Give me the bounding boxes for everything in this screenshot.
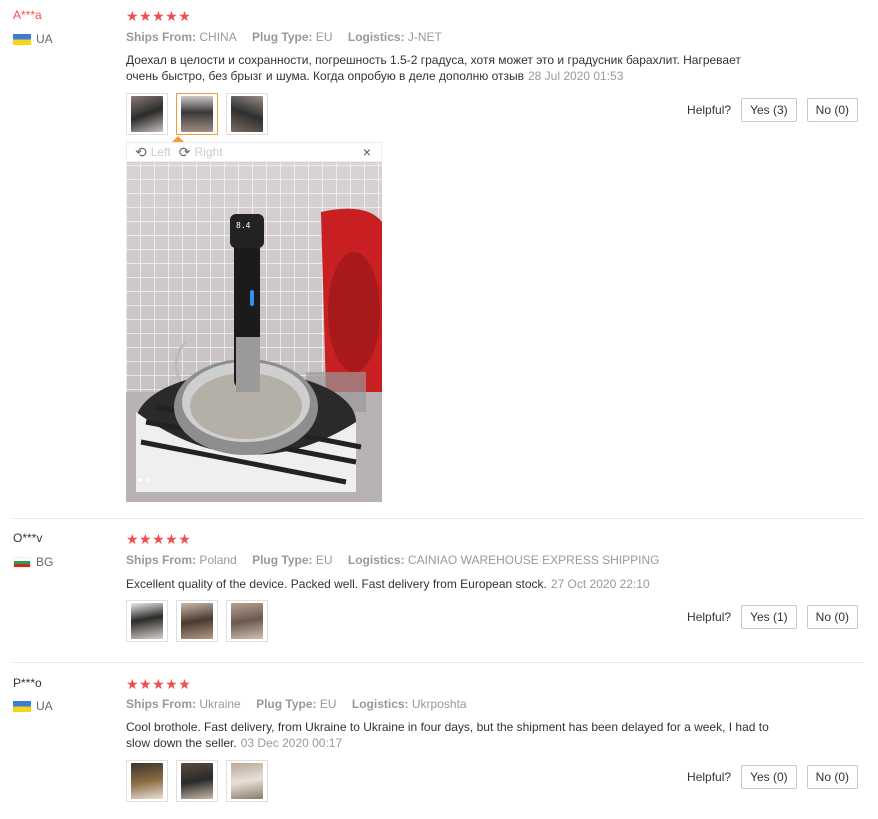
helpful-no-button[interactable]: No (0) <box>806 98 858 122</box>
logistics-label: Logistics: <box>351 697 409 711</box>
review-meta: Ships From: Ukraine Plug Type: EU Logist… <box>126 697 479 711</box>
ukraine-flag-icon <box>13 33 31 45</box>
review-photos <box>126 760 268 802</box>
review-photo-thumb-selected[interactable] <box>176 93 218 135</box>
review-photo-thumb[interactable] <box>176 760 218 802</box>
logistics-label: Logistics: <box>347 30 405 44</box>
rotate-right-button[interactable]: ⟳ Right <box>179 144 223 161</box>
helpful-vote: Helpful? Yes (3) No (0) <box>687 98 858 122</box>
plug-type-value: EU <box>315 553 333 567</box>
helpful-vote: Helpful? Yes (1) No (0) <box>687 605 858 629</box>
review-body: Excellent quality of the device. Packed … <box>126 577 547 591</box>
review-divider <box>12 518 864 519</box>
svg-text:8.4: 8.4 <box>236 221 251 230</box>
plug-type-label: Plug Type: <box>256 697 317 711</box>
reviewer-country: BG <box>13 555 53 569</box>
rotate-left-label: Left <box>150 145 171 159</box>
photo-viewer: ⟲ Left ⟳ Right × 8.4 <box>126 142 382 502</box>
country-code: UA <box>36 699 53 713</box>
helpful-yes-button[interactable]: Yes (3) <box>741 98 797 122</box>
reviewer-country: UA <box>13 699 53 713</box>
country-code: UA <box>36 32 53 46</box>
review-photo-large: 8.4 <box>126 162 382 502</box>
ships-from-value: CHINA <box>199 30 237 44</box>
reviewer-name: P***o <box>13 676 42 690</box>
sous-vide-photo: 8.4 <box>126 208 382 502</box>
star-rating: ★★★★★ <box>126 8 192 24</box>
reviewer-name: O***v <box>13 531 43 545</box>
logistics-value: CAINIAO WAREHOUSE EXPRESS SHIPPING <box>407 553 660 567</box>
logistics-label: Logistics: <box>347 553 405 567</box>
review-body: Доехал в целости и сохранности, погрешно… <box>126 53 741 83</box>
review-meta: Ships From: Poland Plug Type: EU Logisti… <box>126 553 672 567</box>
review-date: 27 Oct 2020 22:10 <box>550 577 650 591</box>
logistics-value: Ukrposhta <box>411 697 467 711</box>
reviewer-country: UA <box>13 32 53 46</box>
helpful-label: Helpful? <box>687 770 732 784</box>
ships-from-label: Ships From: <box>126 697 197 711</box>
review-photo-thumb[interactable] <box>126 93 168 135</box>
helpful-label: Helpful? <box>687 103 732 117</box>
ukraine-flag-icon <box>13 700 31 712</box>
helpful-no-button[interactable]: No (0) <box>806 765 858 789</box>
rotate-left-icon: ⟲ <box>135 143 147 160</box>
review-body: Cool brothole. Fast delivery, from Ukrai… <box>126 720 769 750</box>
review-photos <box>126 93 268 135</box>
plug-type-value: EU <box>319 697 337 711</box>
rotate-right-label: Right <box>194 145 223 159</box>
close-icon[interactable]: × <box>363 144 371 160</box>
helpful-yes-button[interactable]: Yes (1) <box>741 605 797 629</box>
review-date: 03 Dec 2020 00:17 <box>240 736 343 750</box>
ships-from-label: Ships From: <box>126 553 197 567</box>
star-rating: ★★★★★ <box>126 676 192 692</box>
ships-from-value: Ukraine <box>199 697 241 711</box>
review-photo-thumb[interactable] <box>126 600 168 642</box>
review-photo-thumb[interactable] <box>226 93 268 135</box>
helpful-no-button[interactable]: No (0) <box>806 605 858 629</box>
review-photos <box>126 600 268 642</box>
plug-type-label: Plug Type: <box>252 553 313 567</box>
review-date: 28 Jul 2020 01:53 <box>527 69 624 83</box>
rotate-left-button[interactable]: ⟲ Left <box>135 144 171 161</box>
photo-viewer-toolbar: ⟲ Left ⟳ Right × <box>126 142 382 162</box>
star-rating: ★★★★★ <box>126 531 192 547</box>
ships-from-label: Ships From: <box>126 30 197 44</box>
helpful-vote: Helpful? Yes (0) No (0) <box>687 765 858 789</box>
review-text: Excellent quality of the device. Packed … <box>126 576 776 592</box>
helpful-label: Helpful? <box>687 610 732 624</box>
review-photo-thumb[interactable] <box>226 760 268 802</box>
review-photo-thumb[interactable] <box>226 600 268 642</box>
plug-type-value: EU <box>315 30 333 44</box>
ships-from-value: Poland <box>199 553 237 567</box>
reviewer-name: A***a <box>13 8 42 22</box>
country-code: BG <box>36 555 54 569</box>
bulgaria-flag-icon <box>13 556 31 568</box>
review-divider <box>12 662 864 663</box>
logistics-value: J-NET <box>407 30 442 44</box>
plug-type-label: Plug Type: <box>252 30 313 44</box>
review-text: Cool brothole. Fast delivery, from Ukrai… <box>126 719 776 751</box>
review-photo-thumb[interactable] <box>176 600 218 642</box>
helpful-yes-button[interactable]: Yes (0) <box>741 765 797 789</box>
review-text: Доехал в целости и сохранности, погрешно… <box>126 52 776 84</box>
review-meta: Ships From: CHINA Plug Type: EU Logistic… <box>126 30 454 44</box>
review-photo-thumb[interactable] <box>126 760 168 802</box>
rotate-right-icon: ⟳ <box>178 143 191 160</box>
